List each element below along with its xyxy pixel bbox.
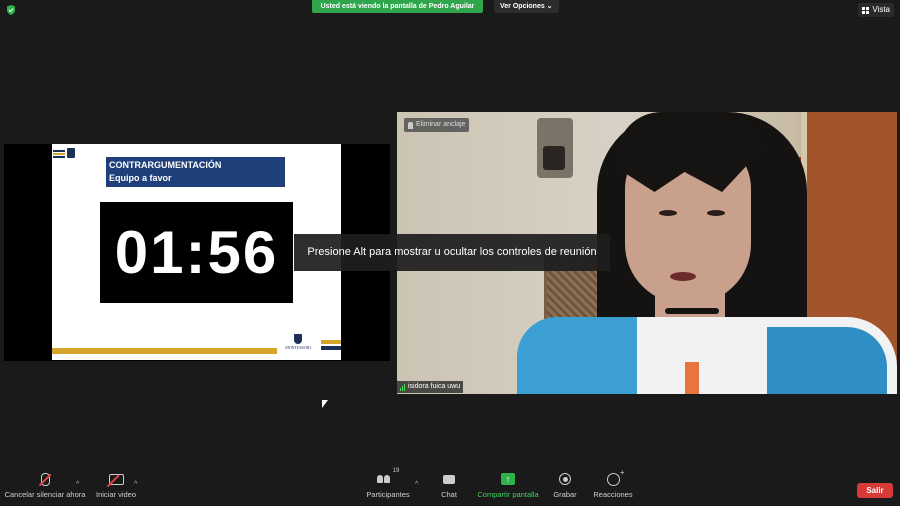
chat-icon <box>443 474 455 484</box>
person-mouth <box>670 272 696 281</box>
pin-icon <box>408 121 413 129</box>
person-eye-left <box>659 210 677 216</box>
video-options-chevron-icon[interactable]: ^ <box>134 481 137 488</box>
slide-title: CONTRARGUMENTACIÓN <box>109 160 222 170</box>
participant-name-tag: isidora fuica uwu <box>397 381 464 393</box>
participants-options-chevron-icon[interactable]: ^ <box>415 481 418 488</box>
share-screen-button[interactable]: ↑ Compartir pantalla <box>474 468 542 499</box>
jacket-left <box>517 317 637 394</box>
reactions-button[interactable]: Reacciones <box>592 468 634 500</box>
chat-button[interactable]: Chat <box>437 468 461 499</box>
montessori-logo: MONTESSORI <box>281 334 315 356</box>
record-icon <box>559 473 571 485</box>
leave-button[interactable]: Salir <box>857 483 893 498</box>
participants-label: Participantes <box>366 490 410 499</box>
chat-label: Chat <box>441 490 457 499</box>
participant-count: 19 <box>392 468 400 474</box>
muted-microphone-icon <box>38 472 51 486</box>
slide-subtitle: Equipo a favor <box>109 173 172 183</box>
unmute-button[interactable]: Cancelar silenciar ahora <box>4 468 86 499</box>
slide-stripes-logo <box>53 150 65 158</box>
grid-icon <box>862 6 870 14</box>
view-button-label: Vista <box>872 5 890 14</box>
mouse-cursor-icon <box>322 400 328 408</box>
participants-icon <box>376 475 390 483</box>
start-video-label: Iniciar video <box>95 490 137 499</box>
countdown-timer: 01:56 <box>100 202 293 303</box>
record-button[interactable]: Grabar <box>551 468 579 499</box>
participants-button[interactable]: 19 Participantes <box>362 468 414 499</box>
view-options-button[interactable]: Ver Opciones ⌄ <box>494 0 559 13</box>
jacket-right <box>767 327 887 394</box>
unpin-button[interactable]: Eliminar anclaje <box>404 118 470 132</box>
security-shield-icon[interactable] <box>6 5 16 15</box>
audio-options-chevron-icon[interactable]: ^ <box>76 481 79 488</box>
meeting-toolbar: Cancelar silenciar ahora ^ Iniciar video… <box>0 468 900 506</box>
video-off-icon <box>106 473 124 487</box>
participant-name: isidora fuica uwu <box>408 383 461 390</box>
unmute-label: Cancelar silenciar ahora <box>4 490 86 499</box>
person-eye-right <box>707 210 725 216</box>
unpin-label: Eliminar anclaje <box>416 121 466 128</box>
record-label: Grabar <box>553 490 577 499</box>
wall-clock <box>537 118 573 178</box>
reactions-icon <box>606 468 624 486</box>
view-button[interactable]: Vista <box>858 3 894 17</box>
screen-share-banner: Usted está viendo la pantalla de Pedro A… <box>312 0 483 13</box>
signal-bars-icon <box>400 383 405 391</box>
start-video-button[interactable]: Iniciar video <box>92 468 140 499</box>
share-screen-icon: ↑ <box>501 473 515 485</box>
crest-icon <box>294 334 302 344</box>
top-bar: Usted está viendo la pantalla de Pedro A… <box>0 0 900 18</box>
shirt-stripe <box>685 362 699 394</box>
slide-corner-stripes <box>321 340 341 354</box>
share-screen-label: Compartir pantalla <box>477 490 539 499</box>
slide-crest-icon <box>67 148 75 158</box>
slide-title-box: CONTRARGUMENTACIÓN Equipo a favor <box>106 157 285 187</box>
reactions-label: Reacciones <box>593 490 633 499</box>
alt-key-tooltip: Presione Alt para mostrar u ocultar los … <box>294 234 610 271</box>
person-choker <box>665 308 719 314</box>
brand-text: MONTESSORI <box>285 345 311 350</box>
slide-gold-bar <box>52 348 277 354</box>
